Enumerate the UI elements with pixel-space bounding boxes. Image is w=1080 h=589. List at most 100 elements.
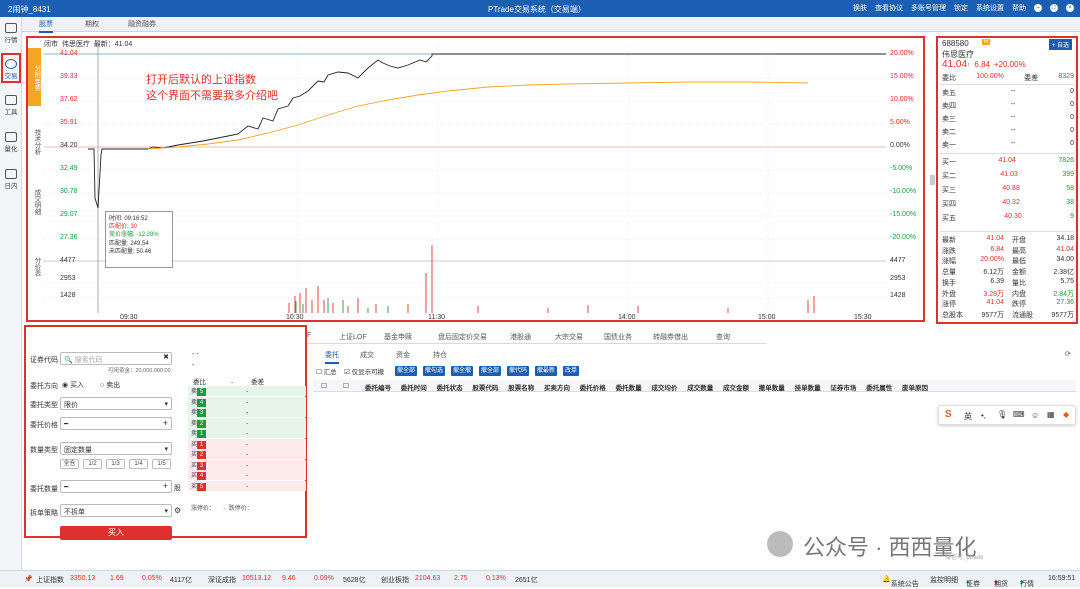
ob-buy-row: 买1- — [188, 438, 306, 449]
summary-checkbox[interactable]: ☐ 汇总 — [316, 366, 337, 376]
toolbar-help[interactable]: 帮助 — [1012, 3, 1026, 13]
fraction-button[interactable]: 1/3 — [106, 459, 125, 469]
stat-row: 外盘 3.28万 内盘 2.84万 — [942, 289, 1074, 299]
cancel-button[interactable]: 改单 — [563, 366, 580, 376]
bid-row: 买四 40.32 38 — [942, 199, 1074, 209]
ime-logo-icon[interactable]: S — [945, 409, 952, 420]
toolbar-multi-account[interactable]: 多账号管理 — [911, 3, 946, 13]
bid-volume: 9 — [1070, 213, 1074, 220]
code-input[interactable]: 🔍 搜索代码 ✖ — [60, 352, 172, 365]
price-tick: 37.62 — [60, 96, 78, 103]
business-tab[interactable]: 上证LOF — [339, 332, 367, 342]
refresh-icon[interactable]: ⟳ — [1065, 350, 1071, 358]
only-cancel-checkbox[interactable]: ☑ 仅显示可撤 — [344, 366, 384, 376]
stat-label: 跌停 — [1012, 301, 1026, 309]
stat-value: 6.84 — [990, 245, 1004, 253]
business-tab[interactable]: 基金申赎 — [384, 332, 412, 342]
monitor-link[interactable]: 监控明细 — [930, 575, 958, 585]
collapse-handle[interactable] — [930, 175, 935, 185]
fraction-button[interactable]: 1/2 — [83, 459, 102, 469]
account-label[interactable]: 2闹钟_8431 — [8, 4, 51, 15]
sidebar-item-trade[interactable]: 交易 — [0, 59, 22, 80]
ask-price: -- — [1010, 88, 1016, 95]
business-tab[interactable]: 大宗交易 — [555, 332, 583, 342]
stat-row: 涨幅 20.00% 最低 34.00 — [942, 256, 1074, 266]
minimize-icon[interactable]: – — [1034, 4, 1042, 12]
cancel-button[interactable]: 撤代码 — [507, 366, 530, 376]
sidebar-item-quant[interactable]: 量化 — [0, 132, 22, 153]
business-tab[interactable]: 查询 — [716, 332, 730, 342]
sidebar-item-tools[interactable]: 工具 — [0, 95, 22, 116]
add-watchlist-button[interactable]: + 自选 — [1048, 39, 1072, 50]
tab-options[interactable]: 期权 — [85, 19, 99, 29]
minus-icon[interactable]: ━ — [64, 421, 68, 428]
split-select[interactable]: 不拆单 ▾ — [60, 504, 172, 517]
tab-funds[interactable]: 资金 — [396, 350, 410, 360]
ob-level: 2 — [197, 451, 207, 459]
qty-type-select[interactable]: 固定数量 ▾ — [60, 442, 172, 455]
ob-value: - — [246, 461, 249, 469]
vtab-price-table[interactable]: 分价表 — [28, 248, 41, 283]
business-tab[interactable]: 国债业务 — [604, 332, 632, 342]
qty-stepper[interactable]: ━ + — [60, 480, 172, 493]
ime-punct[interactable]: •, — [981, 411, 986, 420]
vtab-trades[interactable]: 成交明细 — [28, 178, 41, 223]
ob-sub: - — [192, 362, 195, 369]
sell-radio[interactable]: ○ 卖出 — [100, 380, 120, 390]
sidebar-item-intraday[interactable]: 日内 — [0, 169, 22, 190]
vol-tick: 1428 — [890, 292, 906, 299]
cancel-button[interactable]: 撤全部 — [395, 366, 418, 376]
toolbar-settings[interactable]: 系统设置 — [976, 3, 1004, 13]
grid-icon[interactable]: ▦ — [1047, 410, 1055, 419]
toolbar-skin[interactable]: 换肤 — [853, 3, 867, 13]
business-tab[interactable]: 盘后固定价交易 — [438, 332, 487, 342]
quote-panel: 688580 R + 自选 伟思医疗 41.04↑ 6.84 +20.00% 委… — [936, 36, 1078, 324]
tab-positions[interactable]: 持仓 — [433, 350, 447, 360]
tab-margin[interactable]: 融资融券 — [128, 19, 156, 29]
fraction-button[interactable]: 1/4 — [129, 459, 148, 469]
tab-deals[interactable]: 成交 — [360, 350, 374, 360]
buy-submit-button[interactable]: 买入 — [60, 526, 172, 540]
minus-icon[interactable]: ━ — [64, 484, 68, 491]
gear-icon[interactable]: ⚙ — [174, 506, 181, 515]
shirt-icon[interactable]: ◆ — [1063, 410, 1069, 419]
price-stepper[interactable]: ━ + — [60, 417, 172, 430]
business-tab[interactable]: 转融券借出 — [653, 332, 688, 342]
vtab-intraday[interactable]: 分时走势 — [28, 48, 41, 106]
cancel-button[interactable]: 撤全撤 — [451, 366, 474, 376]
plus-icon[interactable]: + — [163, 481, 168, 491]
cancel-button[interactable]: 撤全部 — [479, 366, 502, 376]
fraction-button[interactable]: 1/5 — [152, 459, 171, 469]
microphone-icon[interactable]: 🎙 — [997, 410, 1007, 419]
tab-stock[interactable]: 股票 — [39, 19, 53, 33]
keyboard-icon[interactable]: ⌨ — [1013, 410, 1025, 419]
tab-entrust[interactable]: 委托 — [325, 350, 339, 364]
toolbar-lock[interactable]: 锁定 — [954, 3, 968, 13]
select-all-checkbox[interactable]: ☐ — [321, 382, 327, 390]
plus-icon[interactable]: + — [163, 418, 168, 428]
fraction-button[interactable]: 全仓 — [60, 459, 79, 469]
chart-icon — [5, 23, 17, 33]
ime-emoji[interactable]: ☺ — [1031, 411, 1039, 420]
ob-level: 1 — [197, 440, 207, 449]
bid-price: 41.04 — [998, 157, 1016, 164]
notice-button[interactable]: 🔔 系统公告 — [882, 575, 919, 588]
ob-level: 4 — [197, 398, 207, 407]
ime-lang[interactable]: 英 — [964, 411, 972, 422]
buy-radio[interactable]: ◉ 买入 — [62, 380, 84, 390]
order-type-select[interactable]: 限价 ▾ — [60, 397, 172, 410]
pct-tick: -15.00% — [890, 211, 917, 218]
close-icon[interactable]: × — [1066, 4, 1074, 12]
business-tab[interactable]: 港股通 — [510, 332, 531, 342]
maximize-icon[interactable]: □ — [1050, 4, 1058, 12]
cancel-button[interactable]: 撤勾选 — [423, 366, 446, 376]
price-label: 委托价格 — [30, 422, 58, 429]
sidebar-item-market[interactable]: 行情 — [0, 23, 22, 44]
clear-icon[interactable]: ✖ — [163, 353, 169, 361]
cancel-button[interactable]: 撤最新 — [535, 366, 558, 376]
price-tick: 39.33 — [60, 73, 78, 80]
stat-value: 41.04 — [986, 299, 1004, 307]
vtab-technical[interactable]: 技术分析 — [28, 118, 41, 163]
toolbar-agreement[interactable]: 查看协议 — [875, 3, 903, 13]
available-funds: 可用资金：20,000,000.00 — [108, 368, 171, 374]
